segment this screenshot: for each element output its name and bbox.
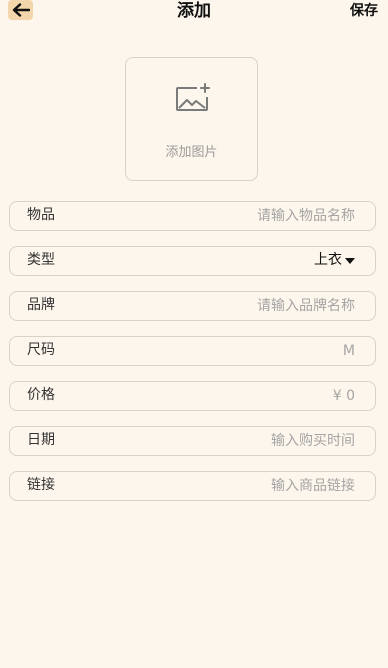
add-image-icon [176,83,210,111]
name-input[interactable] [135,202,355,229]
date-field: 日期 [9,426,376,456]
type-select[interactable]: 上衣 [314,247,355,274]
name-field-label: 物品 [27,207,55,223]
top-bar: 添加 保存 [0,0,388,24]
type-select-value: 上衣 [314,252,342,268]
brand-input[interactable] [135,292,355,319]
add-image-label: 添加图片 [165,145,218,160]
page-title: 添加 [177,1,211,21]
link-field-label: 链接 [27,477,55,493]
brand-field-label: 品牌 [27,297,55,313]
type-field-label: 类型 [27,252,55,268]
brand-field: 品牌 [9,291,376,321]
add-image-button[interactable]: 添加图片 [125,57,258,181]
link-input[interactable] [135,472,355,499]
size-field-label: 尺码 [27,342,55,358]
date-input[interactable] [135,427,355,454]
type-field[interactable]: 类型 上衣 [9,246,376,276]
link-field: 链接 [9,471,376,501]
price-field-label: 价格 [27,387,55,403]
size-field: 尺码 [9,336,376,366]
price-field: 价格 [9,381,376,411]
price-input[interactable] [135,382,355,409]
size-input[interactable] [135,337,355,364]
caret-down-icon [345,257,355,264]
name-field: 物品 [9,201,376,231]
date-field-label: 日期 [27,432,55,448]
save-button[interactable]: 保存 [350,2,378,20]
